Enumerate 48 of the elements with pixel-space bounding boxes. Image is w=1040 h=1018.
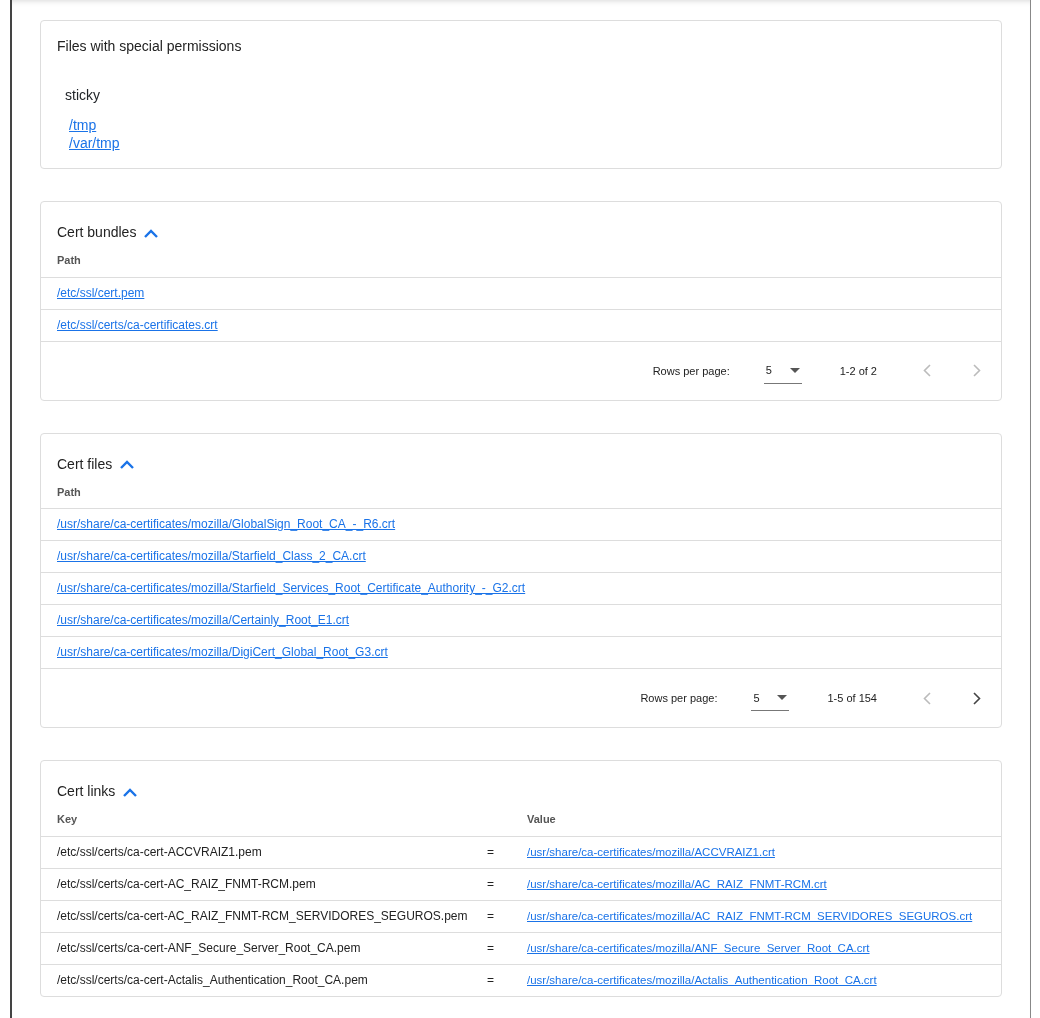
rows-per-page-select[interactable]: 5 [763, 357, 802, 384]
caret-icon [777, 695, 788, 701]
chevron-left-icon [923, 364, 931, 378]
file-link[interactable]: /tmp [69, 116, 97, 135]
rows-per-page-select[interactable]: 5 [751, 685, 790, 712]
path-link[interactable]: /usr/share/ca-certificates/mozilla/Actalis_Authentication_Root_CA.crt [527, 972, 877, 988]
page-range: 1-5 of 154 [827, 691, 877, 707]
page-range: 1-2 of 2 [839, 363, 877, 379]
path-link[interactable]: /usr/share/ca-certificates/mozilla/ACCVRAIZ1.crt [527, 844, 775, 860]
path-link[interactable]: /etc/ssl/certs/ca-certificates.crt [57, 317, 218, 334]
section-title: Cert bundles [57, 223, 137, 242]
section-title: Files with special permissions [57, 37, 243, 56]
table-cell-text: = [487, 908, 495, 926]
table-cell-text: = [487, 844, 495, 862]
chevron-left-icon [923, 691, 931, 705]
table-cell-text: = [487, 972, 495, 990]
chevron-up-icon [144, 228, 159, 238]
column-header: Path [57, 253, 81, 269]
path-link[interactable]: /usr/share/ca-certificates/mozilla/ANF_Secure_Server_Root_CA.crt [527, 940, 870, 956]
table-cell-text: = [487, 876, 495, 894]
column-header: Key [57, 812, 79, 828]
chevron-right-icon [973, 364, 981, 378]
file-link[interactable]: /var/tmp [69, 134, 120, 153]
table-cell-text: /etc/ssl/certs/ca-cert-Actalis_Authentication_Root_CA.pem [57, 972, 369, 990]
path-link[interactable]: /usr/share/ca-certificates/mozilla/Starfield_Services_Root_Certificate_Authority_-_G2.crt [57, 581, 526, 597]
column-header: Value [527, 812, 556, 828]
table-cell-text: /etc/ssl/certs/ca-cert-ANF_Secure_Server_Root_CA.pem [57, 940, 362, 958]
table-cell-text: /etc/ssl/certs/ca-cert-AC_RAIZ_FNMT-RCM.pem [57, 876, 317, 894]
path-link[interactable]: /usr/share/ca-certificates/mozilla/DigiCert_Global_Root_G3.crt [57, 645, 388, 661]
section-title: Cert links [57, 782, 116, 801]
rows-per-page-label: Rows per page: [640, 691, 718, 707]
path-link[interactable]: /etc/ssl/cert.pem [57, 285, 145, 302]
path-link[interactable]: /usr/share/ca-certificates/mozilla/AC_RAIZ_FNMT-RCM_SERVIDORES_SEGUROS.crt [527, 908, 973, 924]
group-label: sticky [65, 87, 100, 104]
path-link[interactable]: /usr/share/ca-certificates/mozilla/AC_RAIZ_FNMT-RCM.crt [527, 876, 827, 892]
column-header: Path [57, 484, 81, 500]
path-link[interactable]: /usr/share/ca-certificates/mozilla/Starfield_Class_2_CA.crt [57, 549, 366, 565]
chevron-right-icon [973, 691, 981, 705]
rows-per-page-label: Rows per page: [652, 363, 730, 379]
table-cell-text: /etc/ssl/certs/ca-cert-ACCVRAIZ1.pem [57, 844, 263, 862]
path-link[interactable]: /usr/share/ca-certificates/mozilla/Certainly_Root_E1.crt [57, 613, 350, 629]
path-link[interactable]: /usr/share/ca-certificates/mozilla/GlobalSign_Root_CA_-_R6.crt [57, 517, 396, 533]
table-cell-text: /etc/ssl/certs/ca-cert-AC_RAIZ_FNMT-RCM_SERVIDORES_SEGUROS.pem [57, 908, 469, 926]
chevron-up-icon [120, 460, 135, 470]
table-cell-text: = [487, 940, 495, 958]
caret-icon [789, 367, 800, 373]
section-title: Cert files [57, 454, 113, 473]
chevron-up-icon [123, 787, 138, 797]
